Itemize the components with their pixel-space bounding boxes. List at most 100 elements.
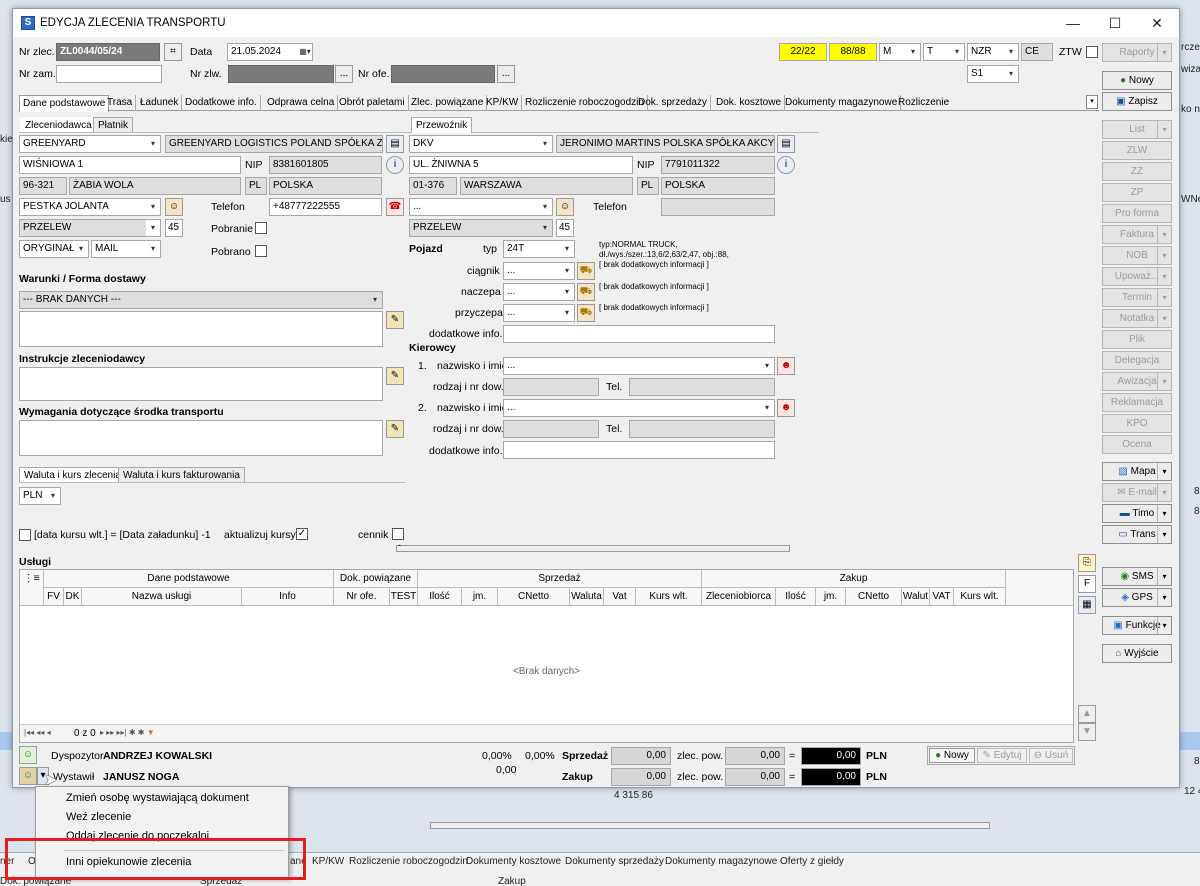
tab-dok-sprzedazy[interactable]: Dok. sprzedaży	[635, 95, 711, 111]
carrier-phone-field[interactable]	[661, 198, 775, 216]
person-icon[interactable]: ☺	[556, 198, 574, 216]
cennik-checkbox[interactable]	[392, 528, 404, 540]
tab-dane-podstawowe[interactable]: Dane podstawowe	[19, 95, 110, 112]
nzr-select[interactable]: NZR ▾	[967, 43, 1019, 61]
termin-button[interactable]: Termin ▾	[1102, 288, 1172, 307]
sms-button[interactable]: ◉ SMS ▾	[1102, 567, 1172, 586]
zz-button[interactable]: ZZ	[1102, 162, 1172, 181]
vehicle-type-select[interactable]: 24T ▾	[503, 240, 575, 258]
issuer-icon[interactable]: ☺	[19, 767, 37, 785]
faktura-button[interactable]: Faktura ▾	[1102, 225, 1172, 244]
naczepa-select[interactable]: ... ▾	[503, 283, 575, 301]
raporty-button[interactable]: Raporty ▾	[1102, 43, 1172, 62]
carrier-city-field[interactable]: WARSZAWA	[460, 177, 633, 195]
bg-tab-magazynowe[interactable]: Dokumenty magazynowe	[665, 856, 777, 867]
maximize-button[interactable]: ☐	[1095, 13, 1135, 33]
doc-type-select[interactable]: ORYGINAŁ ▾	[19, 240, 89, 258]
col-dk[interactable]: DK	[64, 588, 82, 606]
move-down-icon[interactable]: ▼	[1078, 723, 1096, 741]
copy-icon[interactable]: ⎘	[1078, 554, 1096, 572]
list-button[interactable]: List ▾	[1102, 120, 1172, 139]
f-button[interactable]: F	[1078, 575, 1096, 593]
driver-2-id-field[interactable]	[503, 420, 599, 438]
delegacja-button[interactable]: Delegacja	[1102, 351, 1172, 370]
carrier-code-select[interactable]: DKV ▾	[409, 135, 553, 153]
edit-note-icon[interactable]: ✎	[386, 311, 404, 329]
vehicle-dodatkowe-field[interactable]	[503, 325, 775, 343]
client-phone-field[interactable]: +48777222555	[269, 198, 382, 216]
info-icon[interactable]: i	[777, 156, 795, 174]
grid-settings-icon[interactable]: ⋮≡	[20, 570, 44, 606]
notatka-button[interactable]: Notatka ▾	[1102, 309, 1172, 328]
client-city-field[interactable]: ŻABIA WOLA	[69, 177, 241, 195]
address-book-icon[interactable]: ▤	[386, 135, 404, 153]
info-icon[interactable]: i	[386, 156, 404, 174]
client-payment-select[interactable]: PRZELEW ▾	[19, 219, 161, 237]
tab-dodatkowe-info[interactable]: Dodatkowe info.	[182, 95, 261, 111]
tab-ladunek[interactable]: Ładunek	[137, 95, 183, 111]
zlw-button[interactable]: ZLW	[1102, 141, 1172, 160]
col-ilosc[interactable]: Ilość	[418, 588, 462, 606]
tab-platnik[interactable]: Płatnik	[93, 117, 134, 133]
tab-dokumenty-magazynowe[interactable]: Dokumenty magazynowe	[782, 95, 902, 111]
warunki-textarea[interactable]	[19, 311, 383, 347]
tab-zlec-powiazane[interactable]: Zlec. powiązane	[408, 95, 488, 111]
bg-tab-oferty[interactable]: Oferty z giełdy	[780, 856, 844, 867]
col-zakup-vat[interactable]: VAT	[930, 588, 954, 606]
col-nazwa-uslugi[interactable]: Nazwa usługi	[82, 588, 242, 606]
ce-field[interactable]: CE	[1021, 43, 1053, 61]
col-cnetto[interactable]: CNetto	[498, 588, 570, 606]
gps-button[interactable]: ◈ GPS ▾	[1102, 588, 1172, 607]
tab-trasa[interactable]: Trasa	[104, 95, 137, 111]
carrier-country-code[interactable]: PL	[637, 177, 659, 195]
email-button[interactable]: ✉ E-mail ▾	[1102, 483, 1172, 502]
bg-tab-kpkw[interactable]: KP/KW	[312, 856, 344, 867]
col-kurs-wlt[interactable]: Kurs wlt.	[636, 588, 702, 606]
pobranie-checkbox[interactable]	[255, 222, 267, 234]
ztw-checkbox[interactable]	[1086, 46, 1098, 58]
nr-zlw-field[interactable]	[228, 65, 334, 83]
col-test[interactable]: TEST	[390, 588, 418, 606]
nr-zam-field[interactable]	[56, 65, 162, 83]
aktualizuj-checkbox[interactable]: ✓	[296, 528, 308, 540]
service-new-button[interactable]: ● Nowy	[929, 748, 975, 763]
col-jm[interactable]: jm.	[462, 588, 498, 606]
client-contact-select[interactable]: PESTKA JOLANTA ▾	[19, 198, 161, 216]
timo-button[interactable]: ▬ Timo ▾	[1102, 504, 1172, 523]
mapa-button[interactable]: ▧ Mapa ▾	[1102, 462, 1172, 481]
client-nip-field[interactable]: 8381601805	[269, 156, 382, 174]
tab-przewoznik[interactable]: Przewoźnik	[411, 117, 473, 133]
date-dropdown-icon[interactable]: ▦▾	[298, 44, 312, 60]
s1-select[interactable]: S1 ▾	[967, 65, 1019, 83]
minimize-button[interactable]: —	[1053, 13, 1093, 33]
drivers-dodatkowe-field[interactable]	[503, 441, 775, 459]
col-info[interactable]: Info	[242, 588, 334, 606]
service-edit-button[interactable]: ✎ Edytuj	[977, 748, 1027, 763]
instrukcje-textarea[interactable]	[19, 367, 383, 401]
funkcje-button[interactable]: ▣ Funkcje ▾	[1102, 616, 1172, 635]
client-zip-field[interactable]: 96-321	[19, 177, 67, 195]
client-country-code[interactable]: PL	[245, 177, 267, 195]
driver-icon[interactable]: ☻	[777, 357, 795, 375]
driver-2-name-select[interactable]: ... ▾	[503, 399, 775, 417]
nr-zlec-field[interactable]: ZL0044/05/24	[56, 43, 160, 61]
data-kursu-checkbox[interactable]	[19, 529, 31, 541]
driver-1-name-select[interactable]: ... ▾	[503, 357, 775, 375]
carrier-street-field[interactable]: UL. ŻNIWNA 5	[409, 156, 633, 174]
carrier-name-field[interactable]: JERONIMO MARTINS POLSKA SPÓŁKA AKCYJNA	[556, 135, 775, 153]
zp-button[interactable]: ZP	[1102, 183, 1172, 202]
driver-1-id-field[interactable]	[503, 378, 599, 396]
tabs-scroll-icon[interactable]: ▾	[1086, 95, 1098, 109]
menu-item-change-issuer[interactable]: Zmień osobę wystawiającą dokument	[66, 792, 249, 804]
col-zleceniobiorca[interactable]: Zleceniobiorca	[702, 588, 776, 606]
plik-button[interactable]: Plik	[1102, 330, 1172, 349]
client-code-select[interactable]: GREENYARD ▾	[19, 135, 161, 153]
carrier-country[interactable]: POLSKA	[661, 177, 775, 195]
pro-forma-button[interactable]: Pro forma	[1102, 204, 1172, 223]
t-select[interactable]: T ▾	[923, 43, 965, 61]
date-field[interactable]: 21.05.2024 ▦▾	[227, 43, 313, 61]
service-delete-button[interactable]: ⊖ Usuń	[1029, 748, 1073, 763]
calendar-number-icon[interactable]: ⌗	[164, 43, 182, 61]
nr-ofe-browse-button[interactable]: ...	[497, 65, 515, 83]
carrier-payment-select[interactable]: PRZELEW ▾	[409, 219, 553, 237]
